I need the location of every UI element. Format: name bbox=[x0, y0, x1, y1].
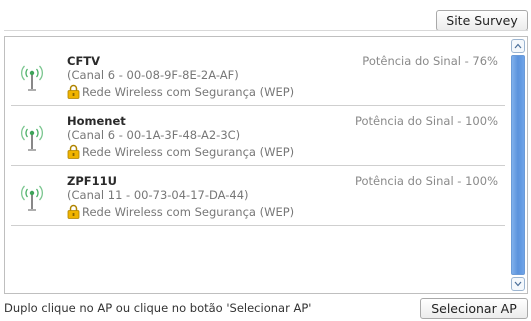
channel-mac-label: (Canal 6 - 00-08-9F-8E-2A-AF) bbox=[67, 68, 239, 82]
chevron-up-icon bbox=[514, 43, 522, 49]
ssid-label: CFTV bbox=[67, 54, 101, 68]
security-text: Rede Wireless com Segurança (WEP) bbox=[82, 204, 295, 219]
security-text: Rede Wireless com Segurança (WEP) bbox=[82, 84, 295, 99]
wifi-antenna-icon bbox=[21, 185, 43, 211]
security-text: Rede Wireless com Segurança (WEP) bbox=[82, 144, 295, 159]
channel-mac-label: (Canal 6 - 00-1A-3F-48-A2-3C) bbox=[67, 128, 241, 142]
ap-list-item-cftv[interactable]: CFTV (Canal 6 - 00-08-9F-8E-2A-AF) Rede … bbox=[5, 48, 505, 106]
security-label: Rede Wireless com Segurança (WEP) bbox=[67, 144, 294, 159]
scrollbar-thumb[interactable] bbox=[511, 55, 525, 275]
select-ap-button[interactable]: Selecionar AP bbox=[420, 298, 528, 319]
signal-strength-label: Potência do Sinal - 76% bbox=[362, 54, 498, 68]
row-divider bbox=[11, 225, 505, 226]
instruction-text: Duplo clique no AP ou clique no botão 'S… bbox=[4, 301, 312, 315]
ap-list-item-zpf11u[interactable]: ZPF11U (Canal 11 - 00-73-04-17-DA-44) Re… bbox=[5, 168, 505, 226]
ssid-label: ZPF11U bbox=[67, 174, 117, 188]
wifi-antenna-icon bbox=[21, 65, 43, 91]
row-divider bbox=[11, 165, 505, 166]
signal-strength-label: Potência do Sinal - 100% bbox=[354, 114, 498, 128]
vertical-scrollbar[interactable] bbox=[511, 39, 525, 291]
lock-icon bbox=[67, 144, 80, 159]
signal-strength-label: Potência do Sinal - 100% bbox=[354, 174, 498, 188]
ap-list-item-homenet[interactable]: Homenet (Canal 6 - 00-1A-3F-48-A2-3C) Re… bbox=[5, 108, 505, 166]
scroll-down-button[interactable] bbox=[511, 277, 525, 291]
security-label: Rede Wireless com Segurança (WEP) bbox=[67, 204, 294, 219]
row-divider bbox=[11, 105, 505, 106]
divider bbox=[4, 30, 528, 31]
site-survey-button[interactable]: Site Survey bbox=[436, 10, 528, 31]
security-label: Rede Wireless com Segurança (WEP) bbox=[67, 84, 294, 99]
chevron-down-icon bbox=[514, 281, 522, 287]
ap-list[interactable]: CFTV (Canal 6 - 00-08-9F-8E-2A-AF) Rede … bbox=[4, 36, 528, 294]
lock-icon bbox=[67, 84, 80, 99]
ssid-label: Homenet bbox=[67, 114, 126, 128]
channel-mac-label: (Canal 11 - 00-73-04-17-DA-44) bbox=[67, 188, 249, 202]
lock-icon bbox=[67, 204, 80, 219]
wifi-antenna-icon bbox=[21, 125, 43, 151]
scroll-up-button[interactable] bbox=[511, 39, 525, 53]
